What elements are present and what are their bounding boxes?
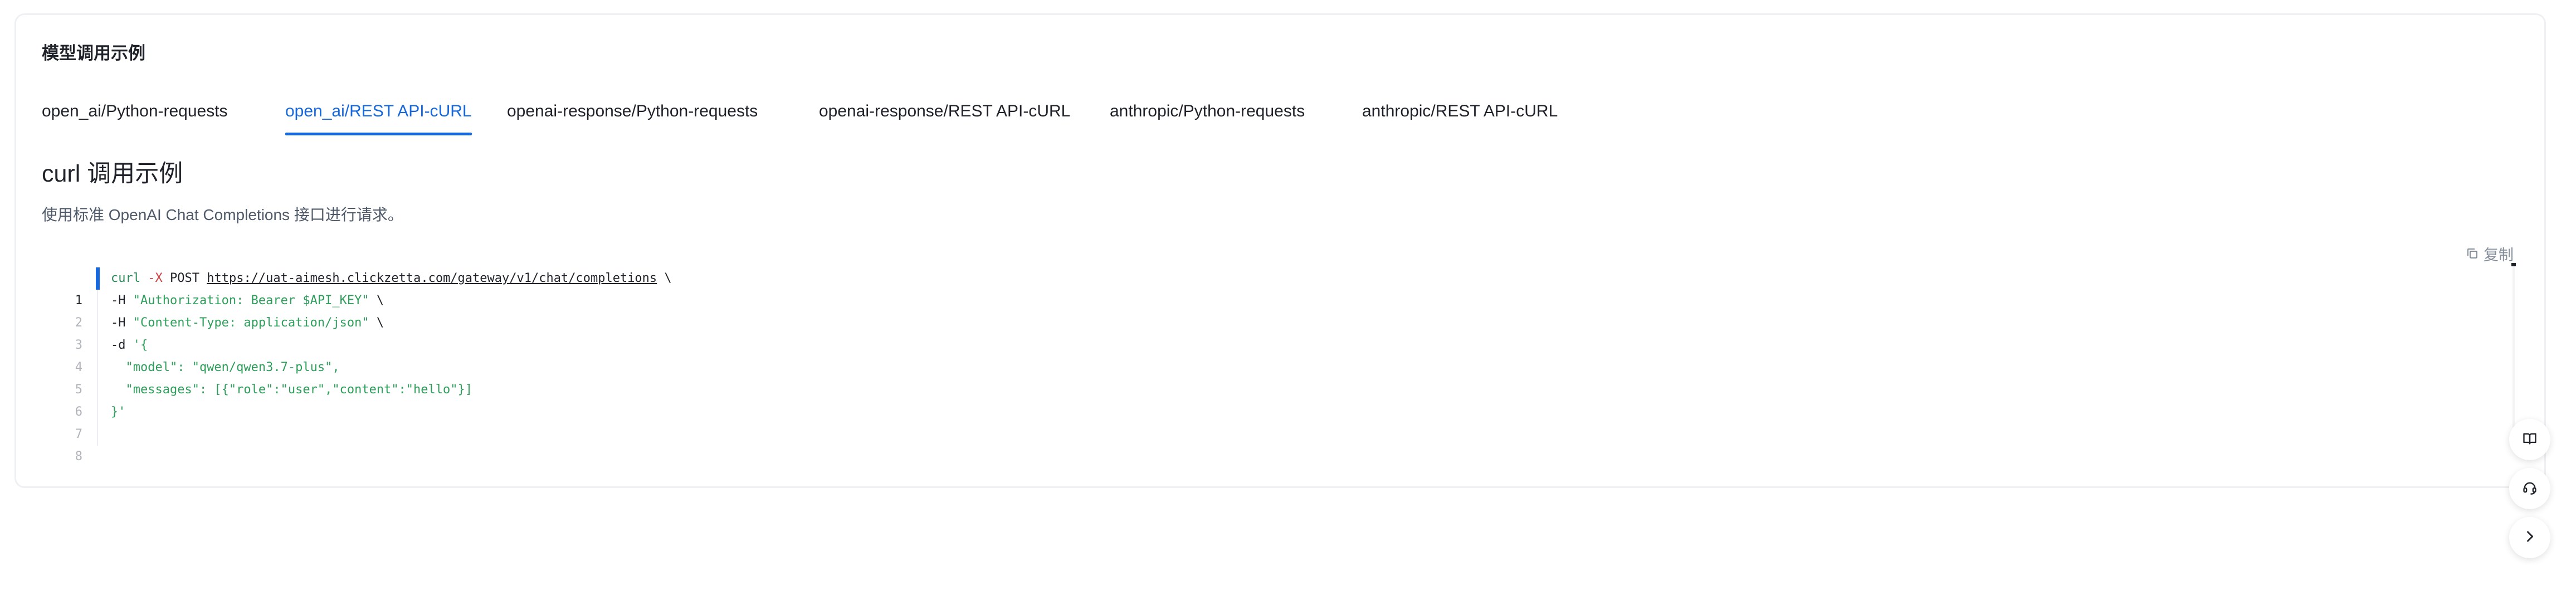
section-title: 模型调用示例 (42, 43, 145, 63)
tab-openai-response-python-requests[interactable]: openai-response/Python-requests (507, 99, 758, 124)
gutter-separator (97, 401, 98, 423)
code-token-flag: -H (111, 316, 126, 330)
code-line: 8 (49, 423, 2511, 463)
code-line: 2 -H "Authorization: Bearer $API_KEY" \ (49, 290, 2511, 330)
code-scrollbar-thumb[interactable] (2511, 263, 2516, 266)
code-token-string: "model": "qwen/qwen3.7-plus", (111, 360, 340, 374)
active-tab-indicator (285, 133, 472, 135)
expand-button[interactable] (2509, 517, 2550, 558)
gutter-separator (97, 379, 98, 401)
code-token-string: "messages": [{"role":"user","content":"h… (111, 383, 473, 397)
tab-openai-response-rest-curl[interactable]: openai-response/REST API-cURL (819, 99, 1070, 124)
code-token-url[interactable]: https://uat-aimesh.clickzetta.com/gatewa… (207, 271, 657, 285)
gutter-separator (97, 312, 98, 334)
copy-icon (2466, 245, 2479, 265)
content-heading: curl 调用示例 (42, 160, 183, 187)
support-button[interactable] (2509, 468, 2550, 509)
docs-button[interactable] (2509, 419, 2550, 460)
tab-openai-python-requests[interactable]: open_ai/Python-requests (42, 99, 228, 124)
support-icon (2522, 480, 2538, 498)
code-line: 6 "messages": [{"role":"user","content":… (49, 379, 2511, 419)
code-editor[interactable]: 1 curl -X POST https://uat-aimesh.clickz… (49, 267, 2511, 463)
code-line: 1 curl -X POST https://uat-aimesh.clickz… (49, 267, 2511, 308)
code-token-continuation: \ (657, 271, 672, 285)
gutter-separator (97, 290, 98, 312)
code-token-string: }' (111, 405, 126, 419)
current-line-marker (96, 267, 100, 290)
line-number: 8 (75, 450, 82, 463)
code-line: 7 }' (49, 401, 2511, 441)
tab-openai-rest-curl[interactable]: open_ai/REST API-cURL (285, 99, 472, 124)
code-token-flag: -d (111, 338, 126, 352)
code-line: 5 "model": "qwen/qwen3.7-plus", (49, 357, 2511, 397)
copy-label: 复制 (2484, 247, 2514, 264)
gutter-separator (97, 334, 98, 357)
content-description: 使用标准 OpenAI Chat Completions 接口进行请求。 (42, 206, 403, 223)
code-token-command: curl (111, 271, 140, 285)
code-token-string: "Authorization: Bearer $API_KEY" (125, 294, 369, 308)
chevron-right-icon (2522, 529, 2538, 547)
gutter-separator (97, 423, 98, 446)
tab-anthropic-python-requests[interactable]: anthropic/Python-requests (1110, 99, 1305, 124)
code-token-string: "Content-Type: application/json" (125, 316, 369, 330)
code-token-method: POST (162, 271, 207, 285)
gutter-separator (97, 357, 98, 379)
code-token-flag: -H (111, 294, 126, 308)
book-icon (2522, 431, 2538, 449)
code-token-continuation: \ (369, 294, 384, 308)
code-token-string: '{ (125, 338, 148, 352)
code-token-continuation: \ (369, 316, 384, 330)
code-scrollbar-track[interactable] (2512, 262, 2515, 429)
tab-anthropic-rest-curl[interactable]: anthropic/REST API-cURL (1362, 99, 1558, 124)
code-line: 3 -H "Content-Type: application/json" \ (49, 312, 2511, 352)
code-line: 4 -d '{ (49, 334, 2511, 374)
code-token-flag: -X (140, 271, 163, 285)
copy-button[interactable]: 复制 (2466, 245, 2514, 265)
